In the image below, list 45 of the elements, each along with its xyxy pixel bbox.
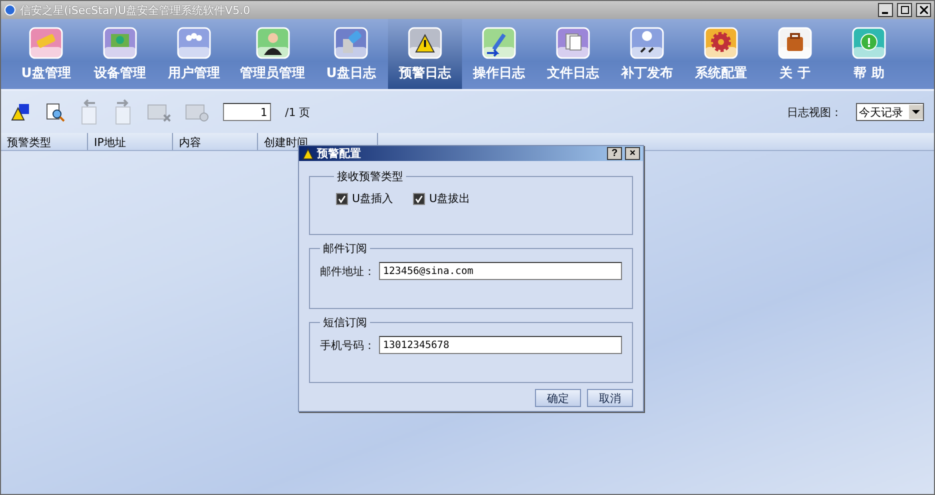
nav-tab[interactable]: 操作日志 xyxy=(462,19,536,89)
window-title: 信安之星(iSecStar)U盘安全管理系统软件V5.0 xyxy=(20,2,252,18)
nav-tab[interactable]: 用户管理 xyxy=(157,19,231,89)
page-field[interactable]: 1 xyxy=(223,103,271,121)
dialog-button[interactable]: 确定 xyxy=(535,389,581,407)
nav-label: 系统配置 xyxy=(695,64,747,82)
column-header[interactable]: 内容 xyxy=(173,133,258,150)
dialog-close-button[interactable]: × xyxy=(625,147,640,160)
nav-tab[interactable]: 设备管理 xyxy=(83,19,157,89)
nav-label: 帮 助 xyxy=(854,64,884,82)
nav-label: U盘管理 xyxy=(21,64,71,82)
nav-label: 关 于 xyxy=(780,64,810,82)
alert-checkbox[interactable]: U盘插入 xyxy=(334,190,396,207)
nav-label: 设备管理 xyxy=(94,64,146,82)
phone-field[interactable]: 13012345678 xyxy=(379,336,622,354)
nav-tab[interactable]: 补丁发布 xyxy=(610,19,684,89)
nav-tab[interactable]: 关 于 xyxy=(758,19,832,89)
nav-label: 预警日志 xyxy=(399,64,451,82)
nav-tab[interactable]: U盘日志 xyxy=(314,19,388,89)
log-view-label: 日志视图： xyxy=(787,104,842,120)
dialog-button[interactable]: 取消 xyxy=(587,389,633,407)
nav-label: U盘日志 xyxy=(326,64,376,82)
mail-field[interactable]: 123456@sina.com xyxy=(379,262,622,280)
nav-tab[interactable]: 帮 助 xyxy=(832,19,906,89)
phone-label: 手机号码： xyxy=(320,338,375,352)
column-header[interactable]: 预警类型 xyxy=(1,133,88,150)
page-total: /1 页 xyxy=(285,104,310,120)
nav-tab[interactable]: 管理员管理 xyxy=(231,19,314,89)
group-title: 短信订阅 xyxy=(322,315,368,330)
log-view-dropdown[interactable]: 今天记录 xyxy=(856,103,924,121)
mail-label: 邮件地址： xyxy=(320,264,375,278)
nav-tab[interactable]: 文件日志 xyxy=(536,19,610,89)
nav-label: 操作日志 xyxy=(473,64,525,82)
column-header[interactable]: IP地址 xyxy=(88,133,173,150)
nav-tab[interactable]: U盘管理 xyxy=(9,19,83,89)
group-title: 邮件订阅 xyxy=(322,241,368,256)
nav-label: 管理员管理 xyxy=(240,64,305,82)
help-button[interactable]: ? xyxy=(607,147,622,160)
nav-tab[interactable]: 预警日志 xyxy=(388,19,462,89)
nav-label: 补丁发布 xyxy=(621,64,673,82)
nav-label: 用户管理 xyxy=(168,64,220,82)
nav-label: 文件日志 xyxy=(547,64,599,82)
nav-tab[interactable]: 系统配置 xyxy=(684,19,758,89)
alert-checkbox[interactable]: U盘拔出 xyxy=(411,190,472,207)
group-title: 接收预警类型 xyxy=(336,169,404,184)
